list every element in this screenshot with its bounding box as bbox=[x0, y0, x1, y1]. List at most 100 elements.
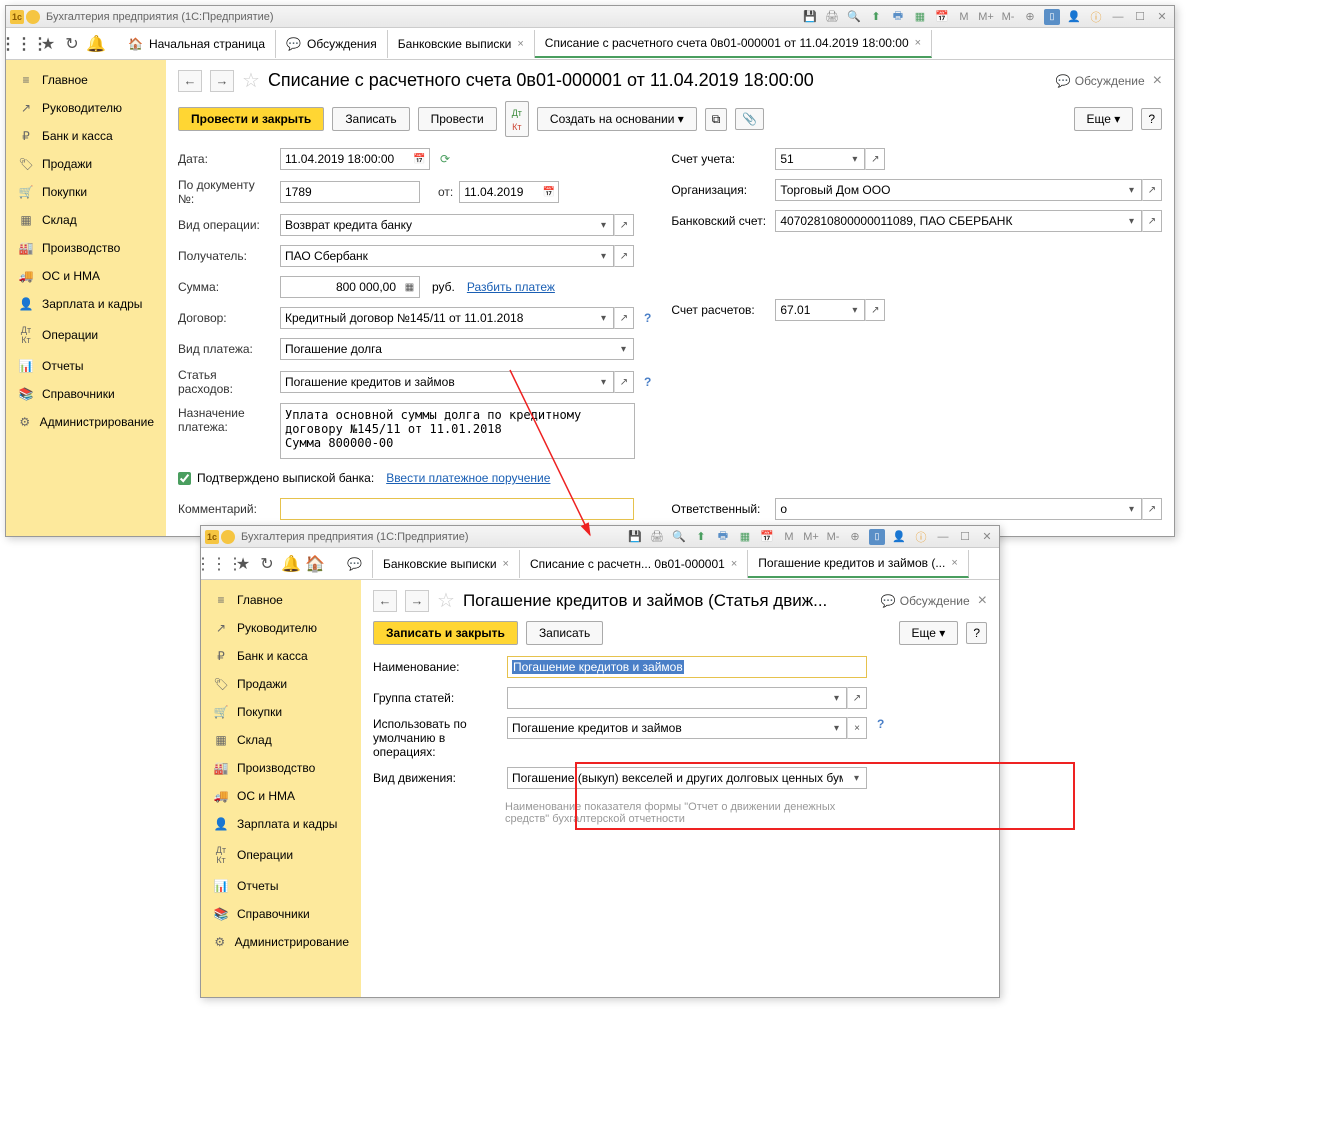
more-button[interactable]: Еще ▾ bbox=[899, 621, 959, 645]
discussion-button[interactable]: 💬Обсуждение bbox=[881, 594, 970, 608]
sidebar-item-warehouse[interactable]: ▦Склад bbox=[6, 206, 166, 234]
enter-order-link[interactable]: Ввести платежное поручение bbox=[386, 471, 550, 485]
dropdown-icon[interactable]: ▾ bbox=[845, 299, 865, 321]
zoom-icon[interactable]: ⊕ bbox=[1022, 9, 1038, 25]
comment-input[interactable] bbox=[280, 498, 634, 520]
purpose-textarea[interactable] bbox=[280, 403, 635, 459]
dtkt-button[interactable]: ДтКт bbox=[505, 101, 529, 137]
open-icon[interactable]: ↗ bbox=[614, 245, 634, 267]
sidebar-item-operations[interactable]: ДтКтОперации bbox=[201, 838, 361, 872]
calc-icon[interactable]: ▦ bbox=[400, 276, 420, 298]
save-close-button[interactable]: Записать и закрыть bbox=[373, 621, 518, 645]
history-icon[interactable]: ↻ bbox=[62, 34, 82, 54]
forward-button[interactable]: → bbox=[405, 590, 429, 612]
clear-icon[interactable]: × bbox=[847, 717, 867, 739]
sidebar-item-warehouse[interactable]: ▦Склад bbox=[201, 726, 361, 754]
paytype-input[interactable] bbox=[280, 338, 614, 360]
app-menu-icon[interactable] bbox=[26, 10, 40, 24]
help-button[interactable]: ? bbox=[1141, 108, 1162, 130]
maximize-icon[interactable]: ☐ bbox=[957, 529, 973, 545]
sidebar-item-main[interactable]: ≡Главное bbox=[6, 66, 166, 94]
sidebar-item-operations[interactable]: ДтКтОперации bbox=[6, 318, 166, 352]
panel-icon[interactable]: ▯ bbox=[1044, 9, 1060, 25]
maximize-icon[interactable]: ☐ bbox=[1132, 9, 1148, 25]
tab-bank[interactable]: Банковские выписки× bbox=[373, 550, 520, 578]
save-button[interactable]: Записать bbox=[332, 107, 409, 131]
sidebar-item-sales[interactable]: 🏷Продажи bbox=[6, 150, 166, 178]
open-icon[interactable]: ↗ bbox=[614, 371, 634, 393]
print2-icon[interactable]: 🖶 bbox=[715, 529, 731, 545]
dropdown-icon[interactable]: ▾ bbox=[594, 214, 614, 236]
app-menu-icon[interactable] bbox=[221, 530, 235, 544]
dropdown-icon[interactable]: ▾ bbox=[1122, 179, 1142, 201]
save-icon[interactable]: 💾 bbox=[802, 9, 818, 25]
amount-input[interactable] bbox=[280, 276, 400, 298]
calendar-icon[interactable]: 📅 bbox=[539, 181, 559, 203]
open-icon[interactable]: ↗ bbox=[1142, 210, 1162, 232]
dropdown-icon[interactable]: ▾ bbox=[845, 148, 865, 170]
preview-icon[interactable]: 🔍 bbox=[671, 529, 687, 545]
star-icon[interactable]: ☆ bbox=[242, 68, 260, 93]
export-icon[interactable]: ⬆ bbox=[693, 529, 709, 545]
mplus-icon[interactable]: M+ bbox=[803, 529, 819, 545]
tab-discussions[interactable]: 💬 bbox=[337, 550, 373, 578]
movement-input[interactable] bbox=[507, 767, 847, 789]
mplus-icon[interactable]: M+ bbox=[978, 9, 994, 25]
apps-icon[interactable]: ⋮⋮⋮ bbox=[209, 554, 229, 574]
open-icon[interactable]: ↗ bbox=[1142, 498, 1162, 520]
refresh-icon[interactable]: ⟳ bbox=[440, 152, 450, 166]
help-icon[interactable]: ? bbox=[644, 375, 651, 389]
settle-input[interactable] bbox=[775, 299, 845, 321]
close-tab-icon[interactable]: × bbox=[915, 37, 921, 49]
docdate-input[interactable] bbox=[459, 181, 539, 203]
structure-button[interactable]: ⧉ bbox=[705, 108, 728, 131]
sidebar-item-assets[interactable]: 🚚ОС и НМА bbox=[6, 262, 166, 290]
close-page-icon[interactable]: × bbox=[978, 592, 987, 610]
dropdown-icon[interactable]: ▾ bbox=[1122, 210, 1142, 232]
close-tab-icon[interactable]: × bbox=[517, 38, 523, 50]
minimize-icon[interactable]: — bbox=[935, 529, 951, 545]
back-button[interactable]: ← bbox=[373, 590, 397, 612]
recipient-input[interactable] bbox=[280, 245, 594, 267]
open-icon[interactable]: ↗ bbox=[614, 307, 634, 329]
close-icon[interactable]: ✕ bbox=[979, 529, 995, 545]
dropdown-icon[interactable]: ▾ bbox=[847, 767, 867, 789]
discussion-button[interactable]: 💬Обсуждение bbox=[1056, 74, 1145, 88]
tab-writeoff[interactable]: Списание с расчетн... 0в01-000001× bbox=[520, 550, 748, 578]
split-payment-link[interactable]: Разбить платеж bbox=[467, 280, 555, 294]
tab-home[interactable]: 🏠Начальная страница bbox=[118, 30, 276, 58]
sidebar-item-bank[interactable]: ₽Банк и касса bbox=[201, 642, 361, 670]
sidebar-item-manager[interactable]: ↗Руководителю bbox=[6, 94, 166, 122]
name-input[interactable]: Погашение кредитов и займов bbox=[507, 656, 867, 678]
confirmed-checkbox[interactable] bbox=[178, 472, 191, 485]
date-input[interactable] bbox=[280, 148, 410, 170]
contract-input[interactable] bbox=[280, 307, 594, 329]
open-icon[interactable]: ↗ bbox=[865, 148, 885, 170]
more-button[interactable]: Еще ▾ bbox=[1074, 107, 1134, 131]
calc-icon[interactable]: ▦ bbox=[912, 9, 928, 25]
mminus-icon[interactable]: M- bbox=[825, 529, 841, 545]
sidebar-item-catalogs[interactable]: 📚Справочники bbox=[201, 900, 361, 928]
export-icon[interactable]: ⬆ bbox=[868, 9, 884, 25]
help-button[interactable]: ? bbox=[966, 622, 987, 644]
sidebar-item-production[interactable]: 🏭Производство bbox=[6, 234, 166, 262]
sidebar-item-assets[interactable]: 🚚ОС и НМА bbox=[201, 782, 361, 810]
m-icon[interactable]: M bbox=[956, 9, 972, 25]
close-tab-icon[interactable]: × bbox=[951, 557, 957, 569]
open-icon[interactable]: ↗ bbox=[614, 214, 634, 236]
home-icon[interactable]: 🏠 bbox=[305, 554, 325, 574]
calendar-icon[interactable]: 📅 bbox=[934, 9, 950, 25]
dropdown-icon[interactable]: ▾ bbox=[827, 717, 847, 739]
close-icon[interactable]: ✕ bbox=[1154, 9, 1170, 25]
expense-input[interactable] bbox=[280, 371, 594, 393]
tab-repayment[interactable]: Погашение кредитов и займов (...× bbox=[748, 550, 969, 578]
dropdown-icon[interactable]: ▾ bbox=[594, 245, 614, 267]
star-icon[interactable]: ☆ bbox=[437, 588, 455, 613]
calendar-icon[interactable]: 📅 bbox=[410, 148, 430, 170]
sidebar-item-main[interactable]: ≡Главное bbox=[201, 586, 361, 614]
sidebar-item-production[interactable]: 🏭Производство bbox=[201, 754, 361, 782]
dropdown-icon[interactable]: ▾ bbox=[614, 338, 634, 360]
tab-discussions[interactable]: 💬Обсуждения bbox=[276, 30, 388, 58]
usedefault-input[interactable] bbox=[507, 717, 827, 739]
dropdown-icon[interactable]: ▾ bbox=[594, 307, 614, 329]
